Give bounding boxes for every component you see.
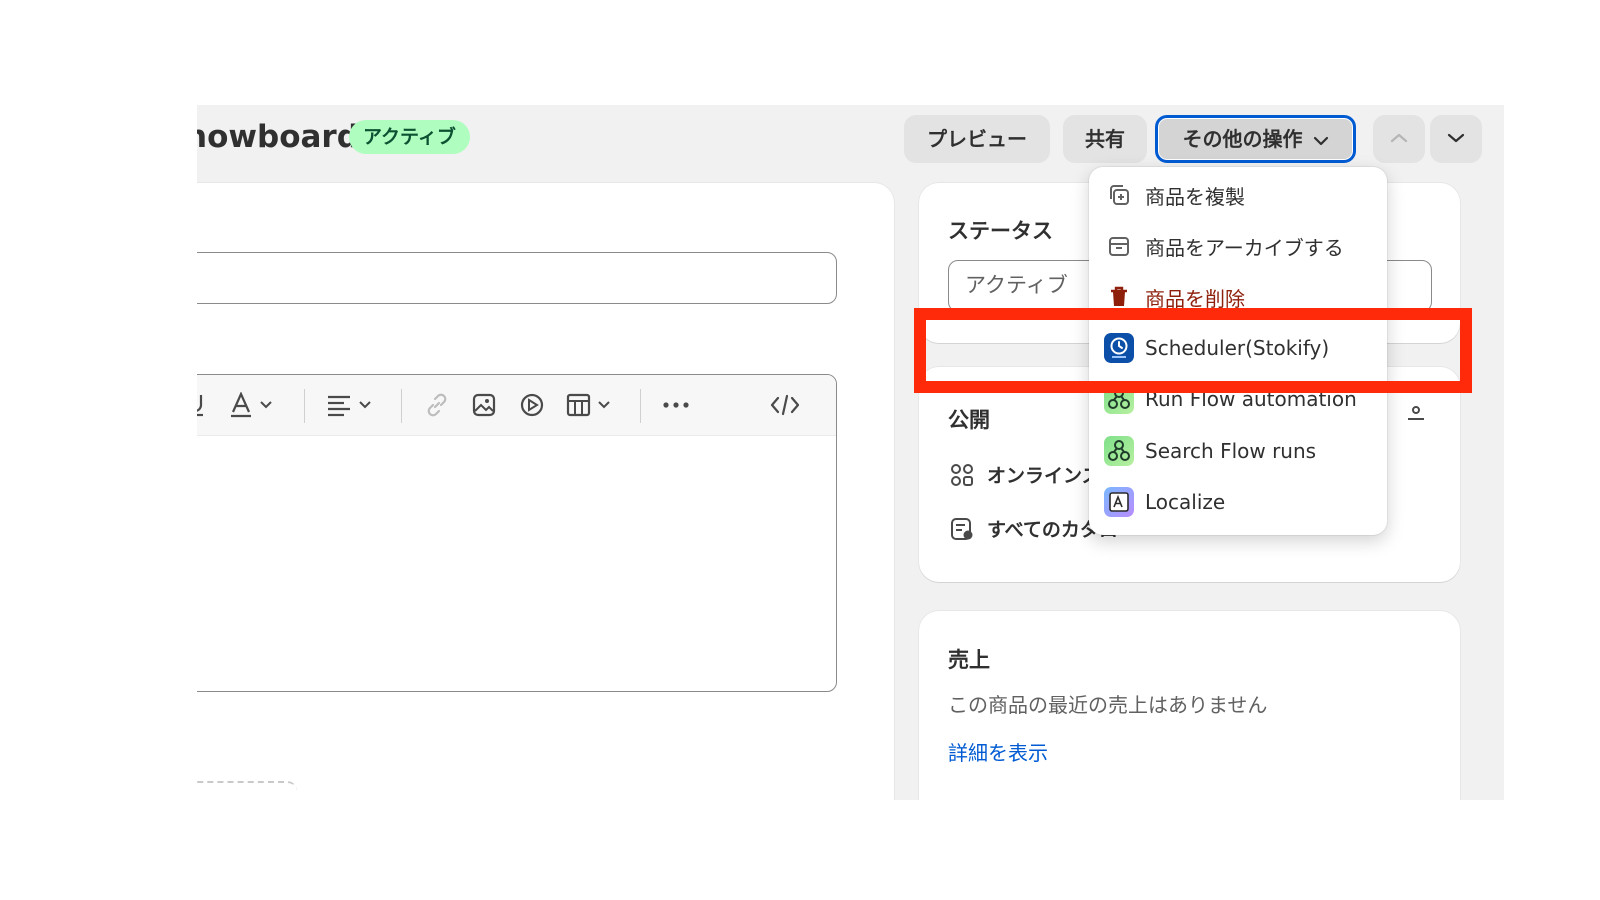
flow-app-icon	[1103, 383, 1135, 415]
scheduler-stokify-item[interactable]: Scheduler(Stokify)	[1103, 332, 1329, 364]
localize-item[interactable]: Localize	[1103, 486, 1225, 518]
more-actions-menu: 商品を複製 商品をアーカイブする 商品を削除 Scheduler(Stokify…	[1089, 167, 1387, 535]
chevron-down-icon	[1313, 120, 1329, 162]
title-input[interactable]	[197, 252, 837, 304]
archive-product-item[interactable]: 商品をアーカイブする	[1103, 230, 1344, 262]
media-dropzone[interactable]	[197, 781, 297, 800]
search-flow-runs-item[interactable]: Search Flow runs	[1103, 435, 1316, 467]
more-icon[interactable]	[662, 389, 690, 421]
online-store-icon	[951, 463, 973, 486]
status-heading: ステータス	[948, 219, 1053, 243]
status-badge: アクティブ	[349, 120, 470, 154]
product-editor-frame: nowboard アクティブ プレビュー 共有 その他の操作 ステータス アクテ…	[197, 105, 1504, 800]
align-icon[interactable]	[326, 389, 376, 421]
stokify-app-icon	[1103, 332, 1135, 364]
delete-icon	[1103, 281, 1135, 313]
underline-icon[interactable]	[197, 389, 206, 421]
delete-product-item[interactable]: 商品を削除	[1103, 281, 1245, 313]
menu-divider	[1089, 319, 1387, 320]
table-icon[interactable]	[566, 389, 616, 421]
sales-card: 売上 この商品の最近の売上はありません 詳細を表示	[919, 611, 1460, 800]
image-icon[interactable]	[471, 389, 497, 421]
share-button[interactable]: 共有	[1063, 115, 1147, 163]
more-actions-label: その他の操作	[1182, 127, 1303, 151]
next-product-button[interactable]	[1430, 115, 1482, 163]
archive-label: 商品をアーカイブする	[1145, 235, 1344, 260]
toolbar-divider	[304, 389, 305, 423]
publishing-heading: 公開	[948, 408, 990, 432]
chevron-up-icon	[1390, 133, 1408, 143]
duplicate-product-item[interactable]: 商品を複製	[1103, 179, 1245, 211]
product-details-card	[197, 183, 894, 800]
toolbar-divider	[401, 389, 402, 423]
localize-app-icon	[1103, 486, 1135, 518]
sales-heading: 売上	[948, 648, 990, 672]
manage-channels-icon[interactable]	[1405, 403, 1427, 429]
archive-icon	[1103, 230, 1135, 262]
run-flow-automation-item[interactable]: Run Flow automation	[1103, 383, 1357, 415]
flow-app-icon	[1103, 435, 1135, 467]
localize-label: Localize	[1145, 490, 1226, 514]
description-editor[interactable]	[197, 374, 837, 692]
editor-toolbar	[197, 375, 836, 436]
chevron-down-icon	[1447, 133, 1465, 143]
toolbar-divider	[640, 389, 641, 423]
online-store-row: オンラインス	[949, 461, 1101, 488]
page-title: nowboard	[197, 119, 359, 155]
code-icon[interactable]	[770, 389, 800, 421]
sales-empty-text: この商品の最近の売上はありません	[948, 693, 1268, 717]
delete-label: 商品を削除	[1145, 286, 1245, 311]
preview-button[interactable]: プレビュー	[904, 115, 1050, 163]
online-store-label: オンラインス	[987, 465, 1101, 487]
link-icon[interactable]	[424, 389, 450, 421]
video-icon[interactable]	[519, 389, 545, 421]
duplicate-icon	[1103, 179, 1135, 211]
text-color-icon[interactable]	[230, 389, 276, 421]
scheduler-label: Scheduler(Stokify)	[1145, 336, 1330, 360]
previous-product-button[interactable]	[1373, 115, 1425, 163]
run-flow-label: Run Flow automation	[1145, 387, 1357, 411]
view-details-link[interactable]: 詳細を表示	[948, 737, 1048, 766]
duplicate-label: 商品を複製	[1145, 184, 1245, 209]
more-actions-button[interactable]: その他の操作	[1155, 115, 1356, 163]
search-flow-label: Search Flow runs	[1145, 439, 1317, 463]
catalog-icon	[951, 517, 973, 540]
